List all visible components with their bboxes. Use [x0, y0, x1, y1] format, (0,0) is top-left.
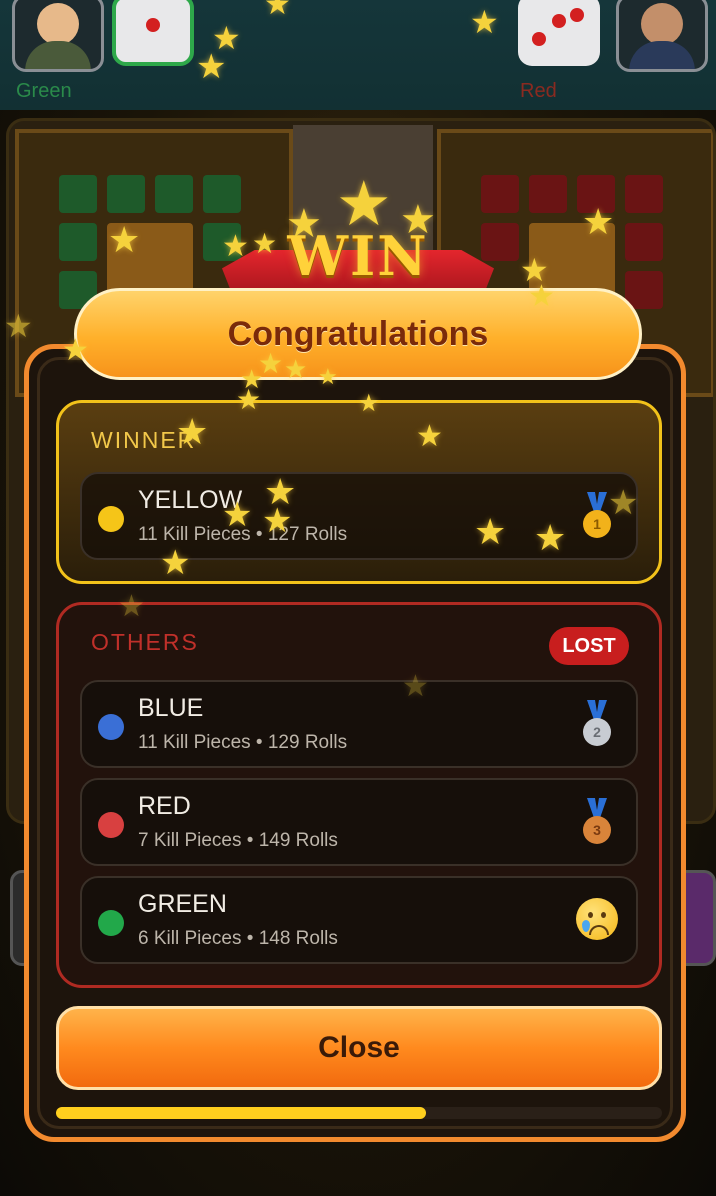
red-player-avatar[interactable]: [616, 0, 708, 72]
confetti-star-icon: ★: [474, 511, 507, 552]
others-label: OTHERS: [91, 629, 199, 655]
win-star-right-icon: ★: [400, 198, 436, 242]
confetti-star-icon: ★: [160, 544, 191, 582]
confetti-star-icon: ★: [222, 230, 249, 263]
confetti-star-icon: ★: [470, 4, 499, 40]
confetti-star-icon: ★: [4, 308, 33, 344]
close-button-label: Close: [318, 1031, 400, 1064]
confetti-star-icon: ★: [608, 484, 639, 522]
lost-badge: LOST: [549, 627, 629, 665]
confetti-star-icon: ★: [252, 228, 278, 259]
confetti-star-icon: ★: [284, 354, 308, 384]
red-player-row: RED 7 Kill Pieces • 149 Rolls 3: [80, 778, 638, 866]
top-player-bar: [0, 0, 716, 110]
green-player-stats: 6 Kill Pieces • 148 Rolls: [138, 928, 338, 949]
confetti-star-icon: ★: [534, 517, 567, 558]
auto-close-progress-bar: [56, 1107, 662, 1119]
bronze-medal-icon: 3: [582, 798, 612, 850]
auto-close-progress-fill: [56, 1107, 426, 1119]
confetti-star-icon: ★: [108, 219, 141, 260]
confetti-star-icon: ★: [262, 502, 293, 540]
silver-medal-icon: 2: [582, 700, 612, 752]
win-crown-star-icon: ★: [336, 170, 392, 239]
confetti-star-icon: ★: [176, 411, 209, 452]
blue-player-stats: 11 Kill Pieces • 129 Rolls: [138, 732, 348, 753]
blue-player-row: BLUE 11 Kill Pieces • 129 Rolls 2: [80, 680, 638, 768]
confetti-star-icon: ★: [402, 670, 429, 703]
green-player-name: Green: [16, 80, 72, 102]
confetti-star-icon: ★: [582, 201, 615, 242]
confetti-star-icon: ★: [62, 334, 89, 367]
red-player-dice[interactable]: [518, 0, 600, 66]
confetti-star-icon: ★: [236, 384, 262, 415]
yellow-player-dot: [98, 506, 124, 532]
congratulations-header: Congratulations: [74, 288, 642, 380]
green-player-dice[interactable]: [112, 0, 194, 66]
confetti-star-icon: ★: [528, 280, 555, 313]
red-player-name: Red: [520, 80, 557, 102]
close-button[interactable]: Close: [56, 1006, 662, 1090]
red-player-dot: [98, 812, 124, 838]
confetti-star-icon: ★: [358, 390, 380, 417]
blue-player-dot: [98, 714, 124, 740]
confetti-star-icon: ★: [222, 496, 253, 534]
confetti-star-icon: ★: [318, 364, 338, 389]
confetti-star-icon: ★: [264, 0, 291, 21]
green-player-row-name: GREEN: [138, 890, 227, 918]
green-player-row: GREEN 6 Kill Pieces • 148 Rolls: [80, 876, 638, 964]
confetti-star-icon: ★: [118, 590, 145, 623]
confetti-star-icon: ★: [416, 420, 443, 453]
confetti-star-icon: ★: [196, 48, 227, 86]
crying-face-icon: [576, 898, 618, 940]
red-player-row-name: RED: [138, 792, 191, 820]
win-star-left-icon: ★: [286, 202, 322, 246]
green-player-dot: [98, 910, 124, 936]
blue-player-name: BLUE: [138, 694, 204, 722]
red-player-stats: 7 Kill Pieces • 149 Rolls: [138, 830, 338, 851]
green-player-avatar[interactable]: [12, 0, 104, 72]
